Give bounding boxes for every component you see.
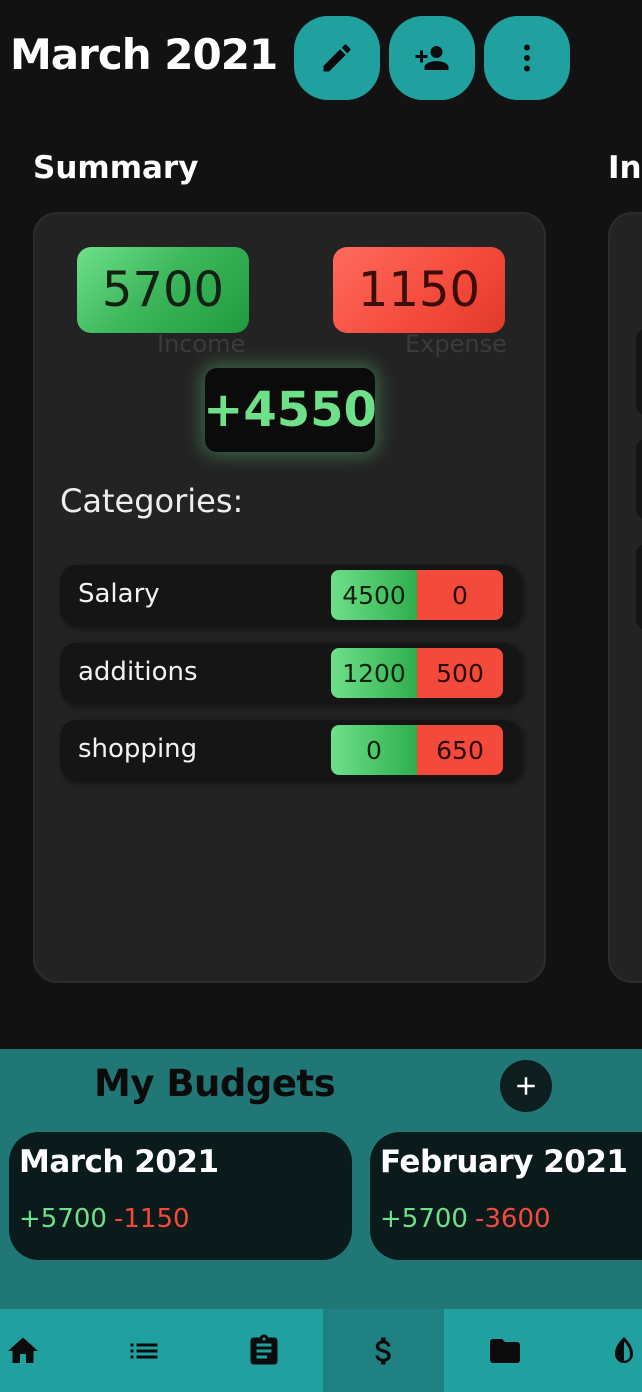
summary-title: Summary <box>33 150 199 186</box>
more-options-button[interactable] <box>484 16 570 100</box>
budget-income: +5700 <box>19 1204 107 1234</box>
category-income: 4500 <box>331 570 417 620</box>
category-name: shopping <box>78 734 198 764</box>
budget-expense: -1150 <box>114 1204 190 1234</box>
budget-name: March 2021 <box>19 1144 219 1180</box>
category-name: Salary <box>78 579 160 609</box>
category-income: 1200 <box>331 648 417 698</box>
category-income: 0 <box>331 725 417 775</box>
net-balance: +4550 <box>203 368 377 452</box>
expense-total: 1150 <box>333 247 505 333</box>
income-label: Income <box>157 330 246 358</box>
folder-icon <box>489 1338 520 1363</box>
nav-list[interactable] <box>83 1309 204 1392</box>
add-budget-button[interactable] <box>500 1060 552 1112</box>
home-icon <box>7 1337 38 1363</box>
nav-home[interactable] <box>0 1309 83 1392</box>
clipboard-icon <box>250 1334 277 1364</box>
nav-theme[interactable] <box>564 1309 642 1392</box>
add-person-icon <box>415 46 449 70</box>
pencil-icon <box>323 44 351 72</box>
bottom-nav <box>0 1309 642 1392</box>
more-vertical-icon <box>524 44 530 72</box>
nav-clipboard[interactable] <box>203 1309 324 1392</box>
category-expense: 0 <box>417 570 503 620</box>
category-row[interactable]: Salary 4500 0 <box>60 565 520 625</box>
budget-card[interactable]: March 2021 +5700 -1150 <box>9 1132 352 1260</box>
nav-folder[interactable] <box>444 1309 565 1392</box>
category-row[interactable]: shopping 0 650 <box>60 720 520 780</box>
expense-label: Expense <box>405 330 507 358</box>
category-expense: 500 <box>417 648 503 698</box>
income-total: 5700 <box>77 247 249 333</box>
dollar-icon <box>374 1337 391 1364</box>
budget-income: +5700 <box>380 1204 468 1234</box>
category-row[interactable]: additions 1200 500 <box>60 643 520 703</box>
budget-card[interactable]: February 2021 +5700 -3600 <box>370 1132 642 1260</box>
nav-budget[interactable] <box>323 1309 444 1392</box>
contrast-icon <box>615 1336 633 1363</box>
list-icon <box>130 1343 157 1358</box>
page-title: March 2021 <box>10 30 278 79</box>
categories-heading: Categories: <box>60 482 244 520</box>
budgets-title: My Budgets <box>94 1062 336 1105</box>
edit-button[interactable] <box>294 16 380 100</box>
next-section-title: Inc <box>608 150 642 186</box>
next-card-peek[interactable] <box>608 212 642 983</box>
category-expense: 650 <box>417 725 503 775</box>
add-person-button[interactable] <box>389 16 475 100</box>
plus-icon <box>517 1077 535 1095</box>
budget-name: February 2021 <box>380 1144 628 1180</box>
category-name: additions <box>78 657 198 687</box>
budget-expense: -3600 <box>475 1204 551 1234</box>
